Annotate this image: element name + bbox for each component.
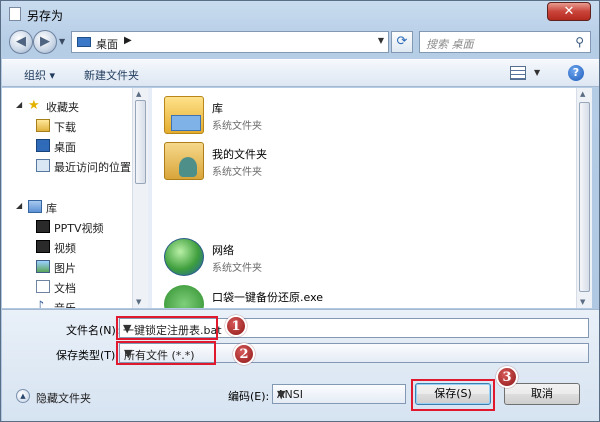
sidebar-item-label: 收藏夹 bbox=[46, 101, 79, 114]
sidebar-item-music[interactable]: ♪ 音乐 bbox=[2, 298, 132, 308]
libraries-icon bbox=[28, 200, 42, 213]
history-dropdown-icon[interactable]: ▼ bbox=[59, 37, 65, 46]
scroll-up-icon[interactable]: ▲ bbox=[580, 90, 585, 98]
forward-button[interactable]: ▶ bbox=[33, 30, 57, 54]
pictures-library-icon bbox=[36, 260, 50, 273]
save-form: 文件名(N): 一键锁定注册表.bat ▼ 保存类型(T): 所有文件 (*.*… bbox=[2, 309, 599, 421]
desktop-icon bbox=[36, 139, 50, 152]
network-globe-icon bbox=[164, 238, 204, 276]
step-badge-3: 3 bbox=[496, 366, 518, 388]
help-icon[interactable]: ? bbox=[568, 65, 584, 81]
organize-menu[interactable]: 组织 ▾ bbox=[24, 67, 55, 83]
sidebar-item-documents[interactable]: 文档 bbox=[2, 278, 132, 296]
refresh-icon: ⟳ bbox=[396, 34, 408, 49]
list-item[interactable]: 我的文件夹 系统文件夹 bbox=[164, 142, 464, 182]
sidebar-item-desktop[interactable]: 桌面 bbox=[2, 137, 132, 155]
file-name: 口袋一键备份还原.exe bbox=[212, 291, 324, 304]
collapse-arrow-icon[interactable]: ◢ bbox=[16, 201, 22, 210]
step-badge-2: 2 bbox=[233, 343, 255, 365]
sidebar-item-label: 图片 bbox=[54, 262, 76, 275]
sidebar-item-pictures[interactable]: 图片 bbox=[2, 258, 132, 276]
sidebar-item-recent-places[interactable]: 最近访问的位置 bbox=[2, 157, 132, 175]
video-library-icon bbox=[36, 220, 50, 233]
forward-arrow-icon: ▶ bbox=[40, 34, 50, 49]
collapse-up-icon: ▲ bbox=[16, 389, 30, 403]
sidebar-item-label: 音乐 bbox=[54, 300, 76, 308]
window-title: 另存为 bbox=[27, 9, 64, 23]
file-type: 系统文件夹 bbox=[212, 121, 262, 132]
sidebar-item-downloads[interactable]: 下载 bbox=[2, 117, 132, 135]
sidebar-item-label: 下载 bbox=[54, 121, 76, 134]
file-type: 系统文件夹 bbox=[212, 167, 262, 178]
highlight-box-filename bbox=[116, 316, 218, 340]
sidebar-item-pptv[interactable]: PPTV视频 bbox=[2, 218, 132, 236]
documents-library-icon bbox=[36, 280, 50, 293]
refresh-button[interactable]: ⟳ bbox=[391, 31, 413, 53]
back-button[interactable]: ◀ bbox=[9, 30, 33, 54]
file-list: 库 系统文件夹 我的文件夹 系统文件夹 网络 系统文件夹 口袋一键备份还原.ex… bbox=[152, 88, 576, 308]
search-box[interactable]: 搜索 桌面 ⚲ bbox=[419, 31, 591, 53]
change-view-icon[interactable] bbox=[510, 66, 526, 80]
filetype-label: 保存类型(T): bbox=[56, 349, 120, 362]
view-dropdown-icon[interactable]: ▼ bbox=[534, 68, 540, 77]
scrollbar-thumb[interactable] bbox=[135, 100, 146, 184]
sidebar-item-label: PPTV视频 bbox=[54, 222, 104, 235]
title-bar[interactable]: 另存为 ✕ bbox=[1, 1, 599, 27]
navigation-pane: ◢ ★ 收藏夹 下载 桌面 最近访问的位置 ◢ 库 PPTV视频 视频 图片 文… bbox=[2, 88, 148, 308]
video-library-icon bbox=[36, 240, 50, 253]
address-dropdown-icon[interactable]: ▼ bbox=[378, 36, 384, 45]
search-input[interactable]: 搜索 桌面 bbox=[426, 36, 474, 52]
scroll-down-icon[interactable]: ▼ bbox=[136, 298, 141, 306]
list-item[interactable]: 口袋一键备份还原.exe bbox=[164, 285, 464, 308]
cancel-button[interactable]: 取消 bbox=[504, 383, 580, 405]
sidebar-libraries[interactable]: ◢ 库 bbox=[2, 198, 132, 216]
file-name: 库 bbox=[212, 102, 223, 115]
encoding-select[interactable]: ANSI ▼ bbox=[272, 384, 406, 404]
address-bar-row: ◀ ▶ ▼ 桌面 ▶ ▼ ⟳ 搜索 桌面 ⚲ bbox=[1, 28, 599, 58]
music-library-icon: ♪ bbox=[36, 299, 45, 308]
library-folder-icon bbox=[164, 96, 204, 134]
notepad-icon bbox=[9, 7, 21, 21]
step-badge-1: 1 bbox=[225, 315, 247, 337]
sidebar-favorites[interactable]: ◢ ★ 收藏夹 bbox=[2, 97, 132, 115]
list-item[interactable]: 网络 系统文件夹 bbox=[164, 238, 464, 278]
new-folder-button[interactable]: 新建文件夹 bbox=[84, 67, 139, 83]
save-as-dialog: 另存为 ✕ ◀ ▶ ▼ 桌面 ▶ ▼ ⟳ 搜索 桌面 ⚲ 组织 ▾ 新建文件夹 … bbox=[0, 0, 600, 422]
filename-label: 文件名(N): bbox=[66, 324, 120, 337]
address-bar[interactable]: 桌面 ▶ ▼ bbox=[71, 31, 389, 53]
navigation-scrollbar[interactable]: ▲ ▼ bbox=[132, 88, 148, 308]
search-icon[interactable]: ⚲ bbox=[575, 35, 584, 49]
file-name: 我的文件夹 bbox=[212, 148, 267, 161]
sidebar-item-label: 库 bbox=[46, 202, 57, 215]
scroll-down-icon[interactable]: ▼ bbox=[580, 298, 585, 306]
sidebar-item-label: 文档 bbox=[54, 282, 76, 295]
back-arrow-icon: ◀ bbox=[16, 34, 26, 49]
collapse-arrow-icon[interactable]: ◢ bbox=[16, 100, 22, 109]
sidebar-item-label: 视频 bbox=[54, 242, 76, 255]
sidebar-item-label: 桌面 bbox=[54, 141, 76, 154]
address-location[interactable]: 桌面 bbox=[96, 36, 118, 52]
encoding-dropdown-icon[interactable]: ▼ bbox=[277, 388, 402, 401]
file-type: 系统文件夹 bbox=[212, 263, 262, 274]
highlight-box-save bbox=[411, 379, 495, 411]
desktop-icon bbox=[77, 37, 91, 47]
highlight-box-filetype bbox=[116, 341, 216, 365]
exe-app-icon bbox=[164, 285, 204, 308]
sidebar-item-videos[interactable]: 视频 bbox=[2, 238, 132, 256]
scrollbar-thumb[interactable] bbox=[579, 102, 590, 292]
breadcrumb-chevron-icon[interactable]: ▶ bbox=[124, 35, 132, 46]
command-toolbar: 组织 ▾ 新建文件夹 ▼ ? bbox=[2, 59, 599, 87]
user-folder-icon bbox=[164, 142, 204, 180]
sidebar-item-label: 最近访问的位置 bbox=[54, 161, 131, 174]
favorites-star-icon: ★ bbox=[28, 98, 40, 113]
file-list-scrollbar[interactable]: ▲ ▼ bbox=[576, 88, 592, 308]
close-button[interactable]: ✕ bbox=[547, 2, 591, 21]
list-item[interactable]: 库 系统文件夹 bbox=[164, 96, 464, 136]
download-folder-icon bbox=[36, 119, 50, 132]
recent-places-icon bbox=[36, 159, 50, 172]
file-name: 网络 bbox=[212, 244, 234, 257]
encoding-label: 编码(E): bbox=[228, 390, 270, 403]
scroll-up-icon[interactable]: ▲ bbox=[136, 90, 141, 98]
hide-folders-label: 隐藏文件夹 bbox=[36, 392, 91, 405]
